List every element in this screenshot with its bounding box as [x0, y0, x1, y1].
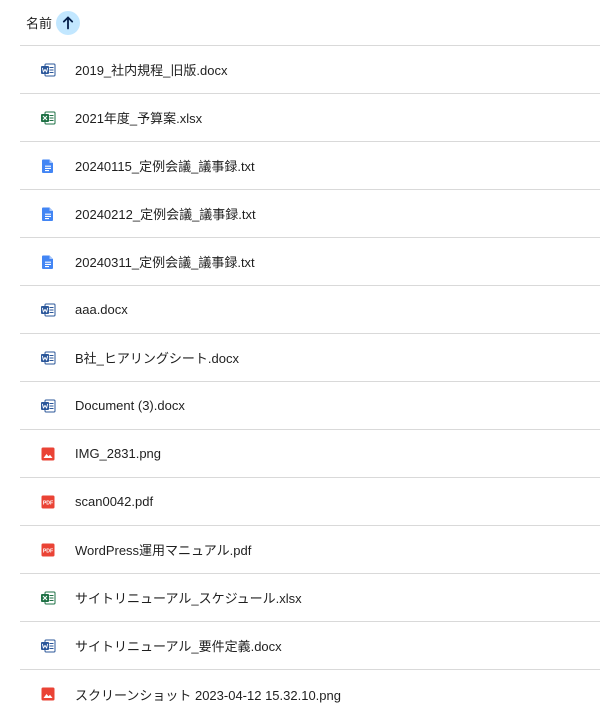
excel-sheet-icon	[40, 590, 56, 606]
text-doc-icon	[40, 254, 56, 270]
file-list: 名前 2019_社内規程_旧版.docx 2021年度_予算案.xlsx 20240…	[0, 0, 600, 717]
file-name: 20240115_定例会議_議事録.txt	[75, 159, 255, 174]
file-row[interactable]: aaa.docx	[20, 286, 600, 334]
svg-text:PDF: PDF	[43, 548, 53, 554]
file-row[interactable]: IMG_2831.png	[20, 430, 600, 478]
file-row[interactable]: 2019_社内規程_旧版.docx	[20, 46, 600, 94]
file-name: 20240311_定例会議_議事録.txt	[75, 255, 255, 270]
word-doc-icon	[40, 398, 56, 414]
file-row[interactable]: 2021年度_予算案.xlsx	[20, 94, 600, 142]
excel-sheet-icon	[40, 110, 56, 126]
file-name: B社_ヒアリングシート.docx	[75, 351, 239, 366]
file-row[interactable]: PDF WordPress運用マニュアル.pdf	[20, 526, 600, 574]
file-name: サイトリニューアル_スケジュール.xlsx	[75, 591, 302, 606]
word-doc-icon	[40, 638, 56, 654]
file-row[interactable]: 20240115_定例会議_議事録.txt	[20, 142, 600, 190]
file-row[interactable]: スクリーンショット 2023-04-12 15.32.10.png	[20, 670, 600, 717]
file-row[interactable]: 20240212_定例会議_議事録.txt	[20, 190, 600, 238]
file-row[interactable]: サイトリニューアル_スケジュール.xlsx	[20, 574, 600, 622]
file-name: 2019_社内規程_旧版.docx	[75, 63, 228, 78]
file-row[interactable]: PDF scan0042.pdf	[20, 478, 600, 526]
file-row[interactable]: 20240311_定例会議_議事録.txt	[20, 238, 600, 286]
pdf-file-icon: PDF	[40, 542, 56, 558]
file-row[interactable]: B社_ヒアリングシート.docx	[20, 334, 600, 382]
list-header: 名前	[20, 0, 600, 46]
pdf-file-icon: PDF	[40, 494, 56, 510]
svg-text:PDF: PDF	[43, 500, 53, 506]
text-doc-icon	[40, 158, 56, 174]
file-row[interactable]: サイトリニューアル_要件定義.docx	[20, 622, 600, 670]
text-doc-icon	[40, 206, 56, 222]
arrow-up-icon	[62, 16, 74, 29]
file-name: 2021年度_予算案.xlsx	[75, 111, 203, 126]
file-name: IMG_2831.png	[75, 446, 162, 461]
image-file-icon	[40, 686, 56, 702]
file-name: WordPress運用マニュアル.pdf	[75, 543, 252, 558]
name-column-header[interactable]: 名前	[26, 13, 52, 32]
file-name: aaa.docx	[75, 302, 128, 317]
file-name: Document (3).docx	[75, 398, 185, 413]
file-name: scan0042.pdf	[75, 494, 154, 509]
file-name: 20240212_定例会議_議事録.txt	[75, 207, 256, 222]
word-doc-icon	[40, 350, 56, 366]
file-name: スクリーンショット 2023-04-12 15.32.10.png	[75, 687, 341, 703]
file-rows: 2019_社内規程_旧版.docx 2021年度_予算案.xlsx 20240115…	[0, 46, 600, 717]
file-name: サイトリニューアル_要件定義.docx	[75, 639, 282, 654]
word-doc-icon	[40, 302, 56, 318]
image-file-icon	[40, 446, 56, 462]
sort-direction-button[interactable]	[56, 10, 81, 35]
file-row[interactable]: Document (3).docx	[20, 382, 600, 430]
word-doc-icon	[40, 62, 56, 78]
